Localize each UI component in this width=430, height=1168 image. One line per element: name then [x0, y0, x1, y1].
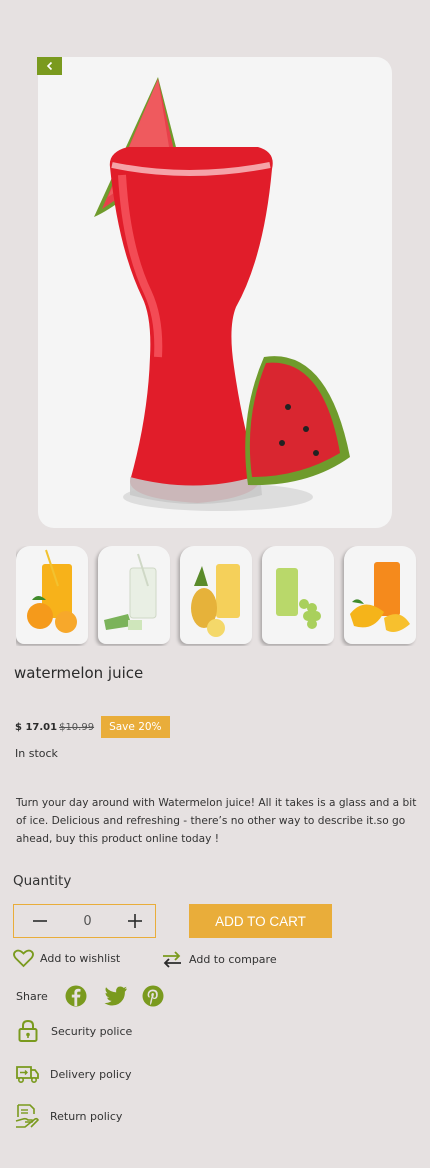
watermelon-juice-illustration — [94, 77, 350, 511]
quantity-stepper: 0 — [13, 904, 156, 938]
chevron-left-icon — [46, 61, 52, 71]
compare-arrows-icon — [163, 951, 181, 968]
pineapple-juice-image — [191, 564, 240, 637]
add-to-compare-link[interactable]: Add to compare — [161, 950, 277, 968]
product-description: Turn your day around with Watermelon jui… — [16, 797, 417, 845]
thumbnail-pineapple-juice[interactable] — [180, 546, 252, 644]
product-main-image — [38, 57, 392, 528]
plus-icon — [128, 914, 142, 928]
security-policy-link[interactable]: Security police — [16, 1019, 132, 1043]
aloe-juice-image — [104, 553, 157, 630]
orange-juice-image — [27, 549, 77, 633]
lock-icon — [18, 1019, 38, 1042]
pinterest-share-button[interactable] — [142, 985, 164, 1007]
facebook-icon — [65, 985, 87, 1007]
heart-icon — [13, 949, 34, 968]
old-price: $10.99 — [59, 721, 95, 733]
delivery-policy-link[interactable]: Delivery policy — [14, 1064, 132, 1084]
security-policy-label: Security police — [51, 1024, 133, 1038]
thumbnail-orange-juice[interactable] — [16, 546, 88, 644]
facebook-share-button[interactable] — [65, 985, 87, 1007]
stock-status: In stock — [15, 747, 58, 760]
decrement-button[interactable] — [32, 913, 48, 929]
return-document-icon — [15, 1104, 39, 1128]
back-button[interactable] — [37, 57, 62, 75]
quantity-value[interactable]: 0 — [83, 914, 91, 929]
quantity-label: Quantity — [13, 873, 72, 889]
mango-juice-image — [350, 562, 410, 632]
wishlist-label: Add to wishlist — [40, 952, 121, 965]
product-title: watermelon juice — [14, 664, 144, 682]
add-to-cart-button[interactable]: ADD TO CART — [189, 904, 332, 938]
share-label: Share — [16, 989, 48, 1003]
share-row: Share — [16, 985, 164, 1007]
add-to-wishlist-link[interactable]: Add to wishlist — [13, 949, 120, 968]
thumbnail-mango-juice[interactable] — [344, 546, 416, 644]
return-policy-link[interactable]: Return policy — [14, 1103, 122, 1129]
delivery-policy-label: Delivery policy — [50, 1067, 132, 1081]
thumbnail-aloe-juice[interactable] — [98, 546, 170, 644]
minus-icon — [33, 920, 47, 922]
thumbnail-strip — [16, 546, 430, 646]
twitter-share-button[interactable] — [104, 986, 128, 1006]
increment-button[interactable] — [127, 913, 143, 929]
twitter-icon — [104, 986, 127, 1006]
save-badge: Save 20% — [101, 716, 170, 738]
return-policy-label: Return policy — [50, 1109, 123, 1123]
delivery-truck-icon — [16, 1066, 39, 1084]
compare-label: Add to compare — [189, 952, 277, 966]
thumbnail-grape-juice[interactable] — [262, 546, 334, 644]
price-row: $ 17.01 $10.99 Save 20% — [15, 716, 170, 738]
grape-juice-image — [276, 568, 321, 629]
current-price: $ 17.01 — [15, 721, 58, 733]
pinterest-icon — [142, 985, 164, 1007]
